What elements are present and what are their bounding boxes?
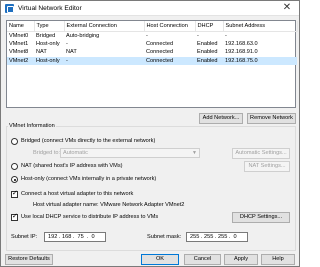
use-dhcp-checkbox[interactable] bbox=[11, 212, 18, 222]
subnet-ip-label: Subnet IP: bbox=[11, 234, 38, 240]
table-row[interactable]: VMnet8 NAT NAT Connected Enabled 192.168… bbox=[7, 48, 297, 57]
nat-label: NAT (shared host's IP address with VMs) bbox=[21, 163, 123, 169]
table-cell: - bbox=[66, 40, 68, 47]
add-network-button[interactable]: Add Network... bbox=[199, 113, 243, 124]
dhcp-settings-button[interactable]: DHCP Settings... bbox=[232, 212, 290, 223]
column-header-type[interactable]: Type bbox=[34, 21, 65, 32]
table-cell: - bbox=[225, 32, 227, 39]
close-icon[interactable]: ✕ bbox=[281, 2, 293, 14]
use-dhcp-label: Use local DHCP service to distribute IP … bbox=[21, 214, 159, 220]
window-title: Virtual Network Editor bbox=[18, 5, 82, 12]
column-header-name[interactable]: Name bbox=[7, 21, 35, 32]
column-header-dhcp[interactable]: DHCP bbox=[195, 21, 224, 32]
ok-button[interactable]: OK bbox=[141, 254, 179, 265]
column-header-subnet-address[interactable]: Subnet Address bbox=[223, 21, 298, 32]
bridged-to-label: Bridged to: bbox=[33, 150, 61, 156]
host-only-label: Host-only (connect VMs internally in a p… bbox=[21, 176, 157, 182]
connect-adapter-label: Connect a host virtual adapter to this n… bbox=[21, 191, 134, 197]
remove-network-button[interactable]: Remove Network bbox=[247, 113, 296, 124]
network-table[interactable]: Name Type External Connection Host Conne… bbox=[6, 20, 298, 108]
vmware-app-icon bbox=[5, 4, 14, 13]
table-cell: Enabled bbox=[195, 56, 223, 65]
table-cell: NAT bbox=[36, 49, 47, 56]
bridged-label: Bridged (connect VMs directly to the ext… bbox=[21, 138, 156, 144]
table-cell: - bbox=[146, 32, 148, 39]
table-cell: - bbox=[64, 56, 144, 65]
column-header-host-connection[interactable]: Host Connection bbox=[144, 21, 196, 32]
table-cell: 192.168.63.0 bbox=[225, 40, 258, 47]
bridged-radio[interactable] bbox=[11, 138, 18, 145]
table-row[interactable]: VMnet1 Host-only - Connected Enabled 192… bbox=[7, 40, 297, 49]
subnet-ip-input[interactable]: 192 . 168 . 75 . 0 bbox=[44, 232, 106, 242]
virtual-network-editor-window: Virtual Network Editor ✕ Name Type Exter… bbox=[0, 0, 300, 267]
table-row[interactable]: VMnet0 Bridged Auto-bridging - - - bbox=[7, 31, 297, 40]
table-row-selected[interactable]: VMnet2 Host-only - Connected Enabled 192… bbox=[7, 56, 297, 65]
host-only-radio[interactable] bbox=[11, 176, 18, 183]
vmnet-information-legend: VMnet Information bbox=[8, 123, 56, 129]
table-cell: VMnet2 bbox=[7, 56, 34, 65]
table-cell: NAT bbox=[66, 49, 77, 56]
automatic-settings-button[interactable]: Automatic Settings... bbox=[232, 148, 290, 159]
table-cell: Host-only bbox=[34, 56, 64, 65]
title-bar: Virtual Network Editor ✕ bbox=[1, 1, 299, 16]
table-cell: 192.168.91.0 bbox=[225, 49, 258, 56]
table-cell: Connected bbox=[146, 40, 174, 47]
table-cell: VMnet0 bbox=[9, 32, 29, 39]
table-cell: Bridged bbox=[36, 32, 56, 39]
table-cell: 192.168.75.0 bbox=[223, 56, 297, 65]
cancel-button[interactable]: Cancel bbox=[184, 254, 221, 265]
restore-defaults-button[interactable]: Restore Defaults bbox=[5, 254, 53, 265]
table-header-row: Name Type External Connection Host Conne… bbox=[7, 21, 298, 32]
table-cell: VMnet1 bbox=[9, 40, 29, 47]
table-cell: VMnet8 bbox=[9, 49, 29, 56]
bridged-to-value: Automatic bbox=[63, 150, 88, 156]
table-cell: - bbox=[197, 32, 199, 39]
column-header-external-connection[interactable]: External Connection bbox=[64, 21, 145, 32]
bridged-to-select[interactable]: Automatic ▼ bbox=[60, 148, 200, 158]
subnet-mask-label: Subnet mask: bbox=[147, 234, 182, 240]
chevron-down-icon: ▼ bbox=[192, 150, 197, 156]
table-cell: Enabled bbox=[197, 49, 218, 56]
table-cell: Host-only bbox=[36, 40, 60, 47]
connect-adapter-checkbox[interactable] bbox=[11, 189, 18, 199]
adapter-name-text: Host virtual adapter name: VMware Networ… bbox=[33, 202, 185, 208]
table-cell: Connected bbox=[144, 56, 195, 65]
table-cell: Enabled bbox=[197, 40, 218, 47]
subnet-mask-input[interactable]: 255 . 255 . 255 . 0 bbox=[186, 232, 248, 242]
apply-button[interactable]: Apply bbox=[224, 254, 258, 265]
help-button[interactable]: Help bbox=[261, 254, 295, 265]
nat-radio[interactable] bbox=[11, 163, 18, 170]
nat-settings-button[interactable]: NAT Settings... bbox=[244, 161, 290, 172]
table-cell: Connected bbox=[146, 49, 174, 56]
table-cell: Auto-bridging bbox=[66, 32, 100, 39]
